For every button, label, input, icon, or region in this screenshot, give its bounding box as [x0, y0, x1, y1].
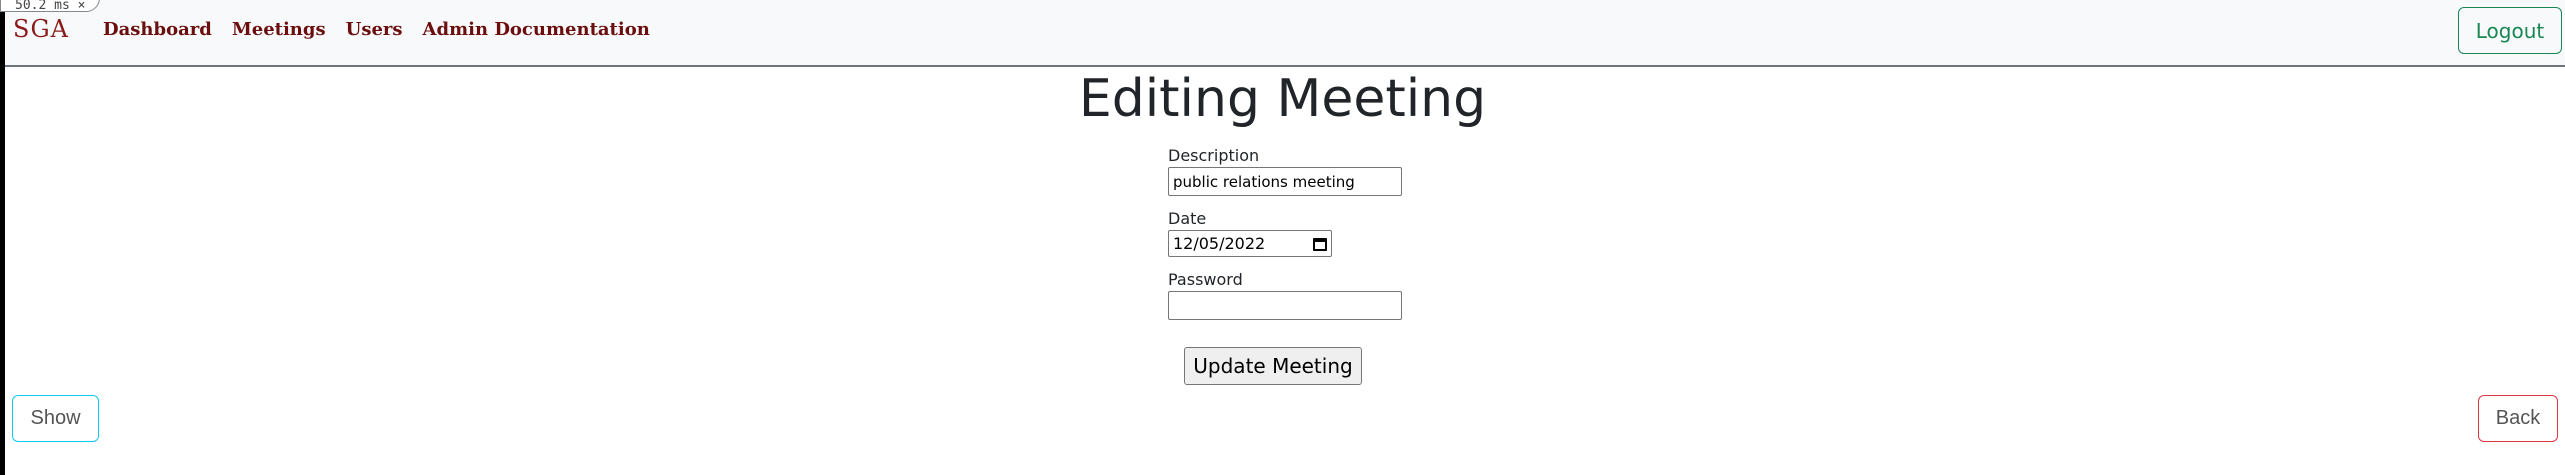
- perf-badge: 50.2 ms × 5: [0, 0, 100, 12]
- brand-logo[interactable]: SGA: [13, 15, 69, 43]
- date-value: 12/05/2022: [1173, 234, 1266, 253]
- password-label: Password: [1168, 270, 1243, 289]
- show-button[interactable]: Show: [12, 395, 99, 442]
- nav-link-users[interactable]: Users: [346, 18, 403, 42]
- nav-link-admin-documentation[interactable]: Admin Documentation: [423, 18, 650, 42]
- nav-link-meetings[interactable]: Meetings: [232, 18, 326, 42]
- description-label: Description: [1168, 146, 1260, 165]
- edit-meeting-form: Description Date 12/05/2022 Password: [1168, 146, 1428, 320]
- description-input[interactable]: [1168, 167, 1402, 196]
- logout-button[interactable]: Logout: [2458, 7, 2562, 54]
- password-input[interactable]: [1168, 291, 1402, 320]
- page-title: Editing Meeting: [1078, 69, 1487, 129]
- date-input[interactable]: 12/05/2022: [1168, 230, 1332, 257]
- nav-link-dashboard[interactable]: Dashboard: [103, 18, 212, 42]
- nav-links: Dashboard Meetings Users Admin Documenta…: [103, 18, 670, 42]
- navbar: SGA Dashboard Meetings Users Admin Docum…: [5, 0, 2565, 67]
- update-meeting-button[interactable]: Update Meeting: [1184, 347, 1362, 385]
- date-label: Date: [1168, 209, 1207, 228]
- back-button[interactable]: Back: [2478, 395, 2558, 442]
- calendar-icon[interactable]: [1313, 237, 1327, 251]
